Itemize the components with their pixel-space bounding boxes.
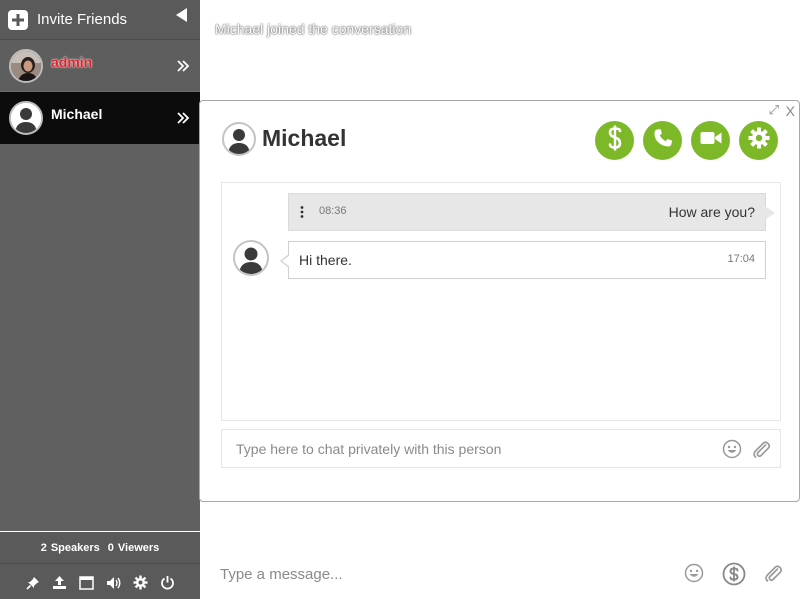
private-messages-list[interactable]: 08:36 How are you? Hi there. 17:04 bbox=[221, 182, 781, 421]
expand-window-icon[interactable]: ⤢ bbox=[769, 102, 779, 118]
user-name-michael: Michael bbox=[51, 106, 103, 122]
sidebar-footer: 2 Speakers 0 Viewers bbox=[0, 531, 200, 599]
avatar bbox=[9, 101, 43, 135]
user-row-admin[interactable]: admin bbox=[0, 40, 200, 92]
plus-icon bbox=[8, 9, 28, 30]
invite-friends-button[interactable]: Invite Friends bbox=[0, 0, 200, 40]
message-timestamp: 08:36 bbox=[319, 205, 347, 217]
invite-friends-label: Invite Friends bbox=[37, 11, 128, 28]
sidebar-toolbar bbox=[0, 566, 200, 599]
message-incoming: Hi there. 17:04 bbox=[280, 241, 766, 279]
audience-counts: 2 Speakers 0 Viewers bbox=[0, 531, 200, 564]
user-row-michael[interactable]: Michael bbox=[0, 92, 200, 144]
message-text: How are you? bbox=[668, 204, 755, 220]
emoji-icon[interactable] bbox=[722, 439, 742, 464]
power-icon[interactable] bbox=[160, 575, 176, 591]
private-chat-title: Michael bbox=[262, 125, 347, 151]
private-chat-window: ⤢ X Michael 08:36 How are you? Hi there.… bbox=[199, 100, 800, 502]
gear-icon[interactable] bbox=[133, 575, 149, 591]
chevron-double-right-icon[interactable] bbox=[177, 111, 190, 129]
user-name-admin: admin bbox=[51, 54, 93, 70]
video-camera-icon bbox=[700, 131, 722, 150]
message-menu-icon[interactable] bbox=[300, 205, 304, 224]
viewers-count: 0 bbox=[107, 541, 114, 554]
gear-icon bbox=[748, 127, 770, 154]
message-outgoing: 08:36 How are you? bbox=[288, 193, 775, 231]
message-input[interactable] bbox=[220, 558, 660, 590]
volume-icon[interactable] bbox=[106, 575, 122, 591]
window-icon[interactable] bbox=[79, 575, 95, 591]
chat-settings-button[interactable] bbox=[739, 121, 778, 160]
dollar-icon bbox=[606, 125, 624, 156]
speakers-label: Speakers bbox=[50, 541, 100, 554]
voice-call-button[interactable] bbox=[643, 121, 682, 160]
chevron-double-right-icon[interactable] bbox=[177, 59, 190, 77]
send-tip-button[interactable] bbox=[595, 121, 634, 160]
video-call-button[interactable] bbox=[691, 121, 730, 160]
avatar bbox=[222, 122, 256, 156]
viewers-label: Viewers bbox=[117, 541, 160, 554]
pin-icon[interactable] bbox=[25, 575, 41, 591]
system-message: Michael joined the conversation bbox=[215, 21, 412, 37]
private-chat-input[interactable] bbox=[221, 429, 781, 468]
sidebar: Invite Friends admin Michael 2 Speakers … bbox=[0, 0, 200, 599]
message-timestamp: 17:04 bbox=[727, 253, 755, 265]
message-text: Hi there. bbox=[299, 252, 352, 268]
phone-icon bbox=[653, 128, 673, 153]
tip-dollar-icon[interactable] bbox=[722, 562, 746, 591]
emoji-icon[interactable] bbox=[684, 563, 704, 588]
upload-icon[interactable] bbox=[52, 575, 68, 591]
avatar bbox=[9, 48, 43, 83]
avatar bbox=[233, 240, 269, 276]
close-window-button[interactable]: X bbox=[786, 103, 795, 119]
paperclip-icon[interactable] bbox=[751, 439, 771, 464]
paperclip-icon[interactable] bbox=[763, 563, 783, 588]
speakers-count: 2 bbox=[40, 541, 47, 554]
collapse-sidebar-icon[interactable] bbox=[176, 8, 188, 27]
